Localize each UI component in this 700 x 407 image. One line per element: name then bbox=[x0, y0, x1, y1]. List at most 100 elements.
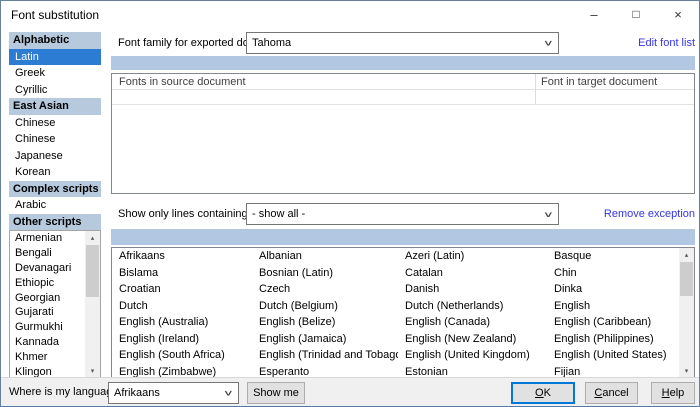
ok-button[interactable]: OK bbox=[511, 382, 575, 404]
language-item[interactable]: Bosnian (Latin) bbox=[252, 265, 398, 282]
filter-value: - show all - bbox=[252, 208, 305, 220]
language-item[interactable]: English bbox=[547, 298, 679, 315]
sidebar-item-korean[interactable]: Korean bbox=[9, 164, 101, 181]
scroll-up-icon[interactable]: ▴ bbox=[85, 231, 100, 245]
font-family-row: Font family for exported documents Tahom… bbox=[111, 32, 695, 54]
language-item[interactable]: Dutch (Netherlands) bbox=[398, 298, 547, 315]
language-item[interactable]: English (Australia) bbox=[112, 314, 252, 331]
language-list-scrollbar[interactable]: ▴ ▾ bbox=[679, 248, 694, 378]
language-item[interactable]: Afrikaans bbox=[112, 248, 252, 265]
language-list: Afrikaans Albanian Azeri (Latin) Basque … bbox=[111, 247, 695, 379]
language-item[interactable]: Dutch (Belgium) bbox=[252, 298, 398, 315]
cancel-button[interactable]: Cancel bbox=[585, 382, 638, 404]
fonts-table: Fonts in source document Font in target … bbox=[111, 73, 695, 194]
sidebar-item-ethiopic[interactable]: Ethiopic bbox=[10, 276, 85, 291]
language-combobox[interactable]: Afrikaans ∨ bbox=[108, 382, 239, 404]
sidebar-item-latin[interactable]: Latin bbox=[9, 49, 101, 66]
language-item[interactable]: English (United States) bbox=[547, 347, 679, 364]
help-button[interactable]: Help bbox=[651, 382, 695, 404]
sidebar-item-chinese-simplified[interactable]: Chinese (simplified) bbox=[9, 115, 101, 132]
chevron-down-icon: ∨ bbox=[225, 383, 232, 403]
minimize-button[interactable]: – bbox=[573, 1, 615, 27]
sidebar-item-arabic[interactable]: Arabic bbox=[9, 197, 101, 214]
sidebar-header-other-scripts: Other scripts bbox=[9, 214, 101, 231]
sidebar-item-georgian[interactable]: Georgian bbox=[10, 291, 85, 306]
language-list-top-strip bbox=[111, 229, 695, 245]
scrollbar-thumb[interactable] bbox=[680, 262, 693, 296]
font-family-value: Tahoma bbox=[252, 37, 291, 49]
language-item[interactable]: English (Ireland) bbox=[112, 331, 252, 348]
filter-combobox[interactable]: - show all - ∨ bbox=[246, 203, 559, 225]
minimize-icon: – bbox=[590, 7, 597, 22]
language-item[interactable]: English (Jamaica) bbox=[252, 331, 398, 348]
scroll-up-icon[interactable]: ▴ bbox=[679, 248, 694, 262]
window-title: Font substitution bbox=[11, 8, 99, 22]
language-item[interactable]: English (Trinidad and Tobago) bbox=[252, 347, 398, 364]
language-item[interactable]: English (New Zealand) bbox=[398, 331, 547, 348]
language-item[interactable]: Croatian bbox=[112, 281, 252, 298]
help-label: Help bbox=[662, 387, 685, 399]
language-item[interactable]: Albanian bbox=[252, 248, 398, 265]
fonts-table-header: Fonts in source document Font in target … bbox=[112, 74, 694, 90]
scroll-down-icon[interactable]: ▾ bbox=[679, 364, 694, 378]
language-item[interactable]: Dutch bbox=[112, 298, 252, 315]
sidebar-item-cyrillic[interactable]: Cyrillic bbox=[9, 82, 101, 99]
font-substitution-dialog: Font substitution – □ × Alphabetic Latin… bbox=[0, 0, 700, 407]
sidebar-item-gujarati[interactable]: Gujarati bbox=[10, 305, 85, 320]
language-item[interactable]: Azeri (Latin) bbox=[398, 248, 547, 265]
language-item[interactable]: English (South Africa) bbox=[112, 347, 252, 364]
cancel-label: Cancel bbox=[594, 387, 628, 399]
language-item[interactable]: Czech bbox=[252, 281, 398, 298]
close-icon: × bbox=[674, 7, 682, 22]
sidebar-item-gurmukhi[interactable]: Gurmukhi bbox=[10, 320, 85, 335]
filter-label: Show only lines containing bbox=[118, 203, 248, 225]
language-item[interactable]: English (Philippines) bbox=[547, 331, 679, 348]
font-family-combobox[interactable]: Tahoma ∨ bbox=[246, 32, 559, 54]
show-me-label: Show me bbox=[253, 387, 299, 399]
show-me-button[interactable]: Show me bbox=[247, 382, 305, 404]
sidebar-item-greek[interactable]: Greek bbox=[9, 65, 101, 82]
fonts-table-top-strip bbox=[111, 56, 695, 70]
language-grid: Afrikaans Albanian Azeri (Latin) Basque … bbox=[112, 248, 679, 378]
language-item[interactable]: English (Canada) bbox=[398, 314, 547, 331]
maximize-button[interactable]: □ bbox=[615, 1, 657, 27]
sidebar-header-alphabetic: Alphabetic bbox=[9, 32, 101, 49]
edit-font-list-link[interactable]: Edit font list bbox=[638, 32, 695, 54]
language-item[interactable]: Bislama bbox=[112, 265, 252, 282]
chevron-down-icon: ∨ bbox=[545, 33, 552, 53]
scrollbar-thumb[interactable] bbox=[86, 245, 99, 297]
other-scripts-list: Armenian Bengali Devanagari Ethiopic Geo… bbox=[9, 230, 101, 379]
empty-table-row[interactable] bbox=[112, 90, 694, 105]
sidebar-item-kannada[interactable]: Kannada bbox=[10, 335, 85, 350]
language-item[interactable]: Danish bbox=[398, 281, 547, 298]
language-item[interactable]: Basque bbox=[547, 248, 679, 265]
scroll-down-icon[interactable]: ▾ bbox=[85, 364, 100, 378]
language-item[interactable]: English (Belize) bbox=[252, 314, 398, 331]
footer-bar: Where is my language? Afrikaans ∨ Show m… bbox=[1, 377, 699, 406]
other-scripts-scrollbar[interactable]: ▴ ▾ bbox=[85, 231, 100, 378]
sidebar-item-chinese-traditional[interactable]: Chinese (traditional) bbox=[9, 131, 101, 148]
language-item[interactable]: Chin bbox=[547, 265, 679, 282]
ok-label: OK bbox=[535, 387, 551, 399]
sidebar-item-japanese[interactable]: Japanese bbox=[9, 148, 101, 165]
column-header-target: Font in target document bbox=[541, 74, 657, 90]
close-button[interactable]: × bbox=[657, 1, 699, 27]
column-header-source: Fonts in source document bbox=[119, 74, 246, 90]
language-item[interactable]: Catalan bbox=[398, 265, 547, 282]
filter-row: Show only lines containing - show all - … bbox=[111, 203, 695, 225]
language-item[interactable]: English (Caribbean) bbox=[547, 314, 679, 331]
language-item[interactable]: English (United Kingdom) bbox=[398, 347, 547, 364]
language-combobox-value: Afrikaans bbox=[114, 387, 160, 399]
window-controls: – □ × bbox=[573, 1, 699, 27]
title-bar: Font substitution – □ × bbox=[1, 1, 699, 27]
remove-exception-link[interactable]: Remove exception bbox=[604, 203, 695, 225]
sidebar-item-devanagari[interactable]: Devanagari bbox=[10, 261, 85, 276]
chevron-down-icon: ∨ bbox=[545, 204, 552, 224]
language-item[interactable]: Dinka bbox=[547, 281, 679, 298]
sidebar-header-complex-scripts: Complex scripts bbox=[9, 181, 101, 198]
sidebar-item-bengali[interactable]: Bengali bbox=[10, 246, 85, 261]
maximize-icon: □ bbox=[632, 7, 639, 21]
sidebar-header-east-asian: East Asian bbox=[9, 98, 101, 115]
sidebar-item-khmer[interactable]: Khmer bbox=[10, 350, 85, 365]
sidebar-item-armenian[interactable]: Armenian bbox=[10, 231, 85, 246]
